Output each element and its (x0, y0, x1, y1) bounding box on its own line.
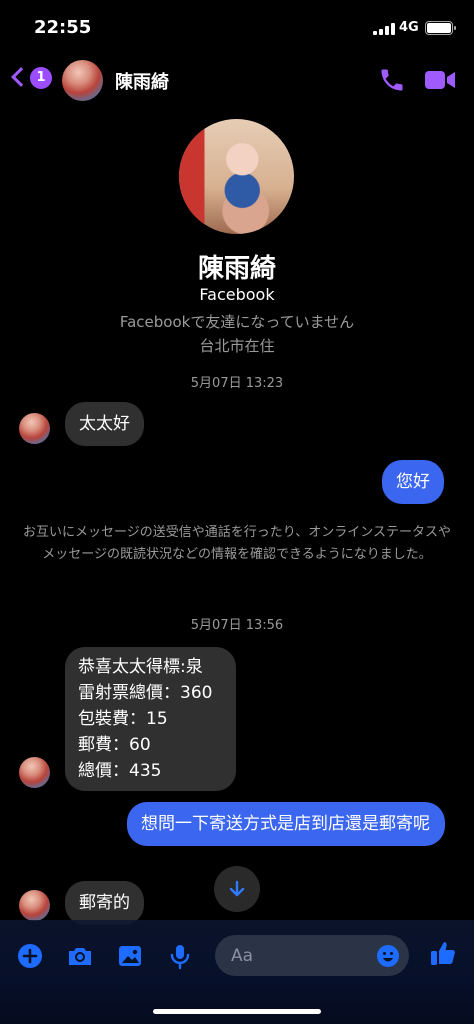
friend-status: Facebookで友達になっていません (119, 313, 355, 331)
outgoing-message[interactable]: 您好 (382, 460, 444, 504)
sender-avatar[interactable] (19, 413, 50, 444)
profile-subtitle: Facebook (199, 285, 275, 304)
thumbs-up-icon[interactable] (428, 938, 458, 968)
message-line: 總價：435 (78, 761, 162, 781)
message-input-container[interactable] (215, 935, 409, 976)
system-notice: お互いにメッセージの送受信や通話を行ったり、オンラインステータスやメッセージの既… (23, 525, 451, 562)
battery-icon (425, 21, 456, 35)
unread-badge: 1 (30, 67, 52, 89)
timestamp: 5月07日 13:23 (190, 376, 284, 391)
message-line: 雷射票總價：360 (78, 683, 213, 703)
image-icon[interactable] (116, 942, 144, 970)
back-chevron-icon (11, 67, 31, 87)
status-time: 22:55 (34, 17, 92, 38)
back-button[interactable]: 1 (11, 64, 52, 96)
signal-icon (373, 23, 395, 35)
timestamp: 5月07日 13:56 (190, 618, 284, 633)
message-line: 郵費：60 (78, 735, 151, 755)
video-camera-icon[interactable] (424, 68, 456, 92)
network-type: 4G (399, 20, 419, 35)
message-input[interactable] (231, 935, 371, 976)
status-bar: 22:55 4G (0, 0, 474, 54)
chat-header: 1 陳雨綺 (0, 54, 474, 106)
phone-icon[interactable] (378, 66, 406, 94)
incoming-message[interactable]: 郵寄的 (65, 881, 144, 925)
sender-avatar[interactable] (19, 890, 50, 921)
contact-name[interactable]: 陳雨綺 (115, 68, 169, 94)
home-indicator (153, 1009, 321, 1014)
profile-name: 陳雨綺 (197, 254, 276, 284)
outgoing-message[interactable]: 想問一下寄送方式是店到店還是郵寄呢 (127, 802, 445, 846)
message-line: 包裝費：15 (78, 709, 168, 729)
profile-picture[interactable] (179, 119, 294, 234)
contact-avatar[interactable] (62, 60, 103, 101)
profile-location: 台北市在住 (199, 337, 275, 355)
sender-avatar[interactable] (19, 757, 50, 788)
scroll-to-bottom-button[interactable] (214, 866, 260, 912)
microphone-icon[interactable] (166, 942, 194, 970)
arrow-down-icon (229, 880, 245, 897)
incoming-message[interactable]: 太太好 (65, 402, 144, 446)
message-line: 恭喜太太得標:泉 (78, 657, 203, 677)
camera-icon[interactable] (66, 942, 94, 970)
plus-icon[interactable] (16, 942, 44, 970)
emoji-icon[interactable] (376, 944, 400, 968)
incoming-message[interactable]: 恭喜太太得標:泉 雷射票總價：360 包裝費：15 郵費：60 總價：435 (65, 647, 236, 791)
